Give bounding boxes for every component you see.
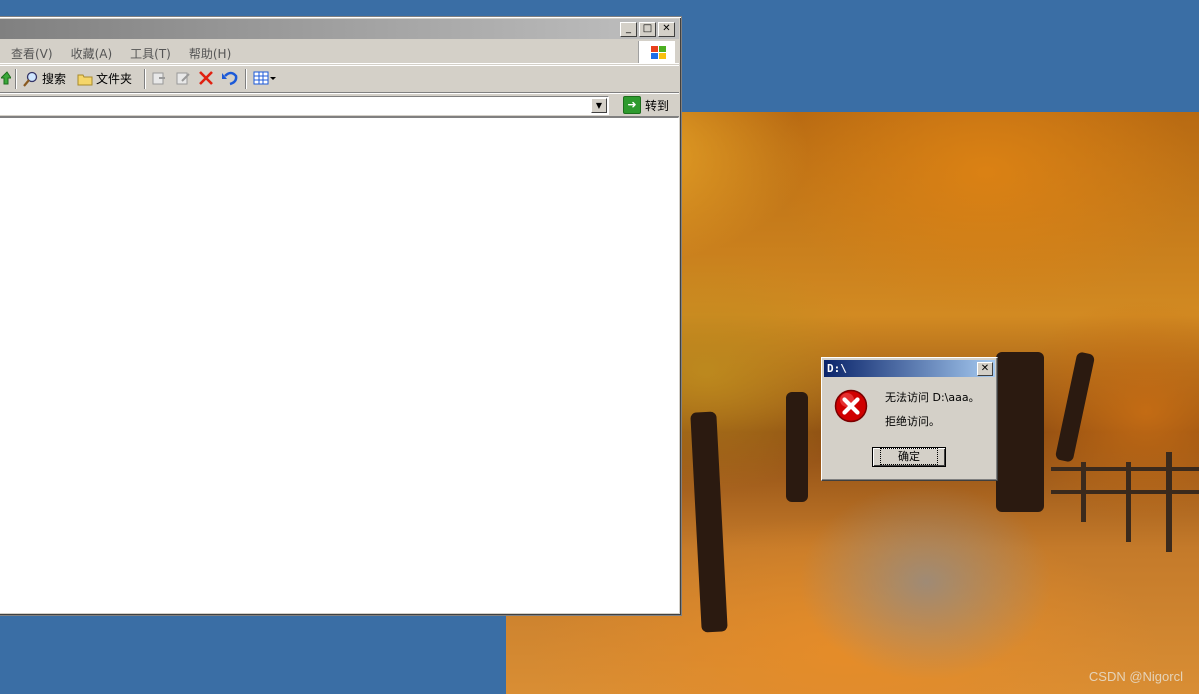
- error-dialog: D:\ ✕ 无法访问 D:\aaa。 拒绝访问。 确定: [821, 357, 998, 481]
- toolbar-separator: [144, 69, 145, 89]
- undo-icon: [222, 71, 238, 86]
- explorer-window: _ □ ✕ 查看(V) 收藏(A) 工具(T) 帮助(H) 搜索 文件夹 ▼ ➜…: [0, 16, 682, 616]
- toolbar-separator: [15, 69, 16, 89]
- title-bar[interactable]: _ □ ✕: [0, 19, 679, 39]
- dialog-title-bar[interactable]: D:\ ✕: [824, 360, 995, 377]
- folder-icon: [77, 74, 93, 85]
- tree-trunk: [996, 352, 1044, 512]
- go-label: 转到: [645, 98, 670, 113]
- fence-post: [1166, 452, 1172, 552]
- windows-logo-icon: [638, 41, 675, 63]
- up-folder-button[interactable]: [1, 70, 11, 86]
- dialog-title: D:\: [827, 362, 847, 375]
- menu-tools[interactable]: 工具(T): [130, 45, 171, 62]
- up-arrow-icon: [1, 71, 11, 85]
- error-reason: 拒绝访问。: [885, 415, 940, 428]
- search-button[interactable]: 搜索: [23, 70, 66, 87]
- address-dropdown-button[interactable]: ▼: [591, 98, 607, 113]
- views-button[interactable]: [253, 70, 277, 86]
- minimize-button[interactable]: _: [620, 22, 637, 37]
- error-message: 无法访问 D:\aaa。: [885, 391, 980, 404]
- address-bar: ▼ ➜ 转到: [0, 93, 679, 117]
- views-icon: [253, 71, 276, 85]
- tree-trunk: [786, 392, 808, 502]
- search-icon: [23, 71, 38, 87]
- copy-to-icon: [176, 72, 190, 85]
- toolbar-separator: [245, 69, 246, 89]
- undo-button[interactable]: [221, 70, 239, 86]
- go-arrow-icon: ➜: [623, 96, 641, 114]
- ok-button[interactable]: 确定: [872, 447, 946, 467]
- move-to-button[interactable]: [151, 70, 167, 86]
- menu-bar: 查看(V) 收藏(A) 工具(T) 帮助(H): [0, 41, 679, 64]
- move-to-icon: [152, 72, 165, 85]
- fence-rail: [1051, 490, 1199, 494]
- close-button[interactable]: ✕: [658, 22, 675, 37]
- file-list-pane[interactable]: [0, 117, 679, 613]
- fence-rail: [1051, 467, 1199, 471]
- go-button[interactable]: ➜ 转到: [623, 96, 669, 114]
- tree-trunk: [690, 411, 728, 633]
- fence-post: [1126, 462, 1131, 542]
- copy-to-button[interactable]: [175, 70, 191, 86]
- menu-favorites[interactable]: 收藏(A): [71, 45, 113, 62]
- search-label: 搜索: [42, 72, 67, 86]
- menu-view[interactable]: 查看(V): [11, 45, 53, 62]
- folders-label: 文件夹: [96, 72, 133, 86]
- maximize-button[interactable]: □: [639, 22, 656, 37]
- window-controls: _ □ ✕: [620, 22, 675, 37]
- error-icon: [834, 389, 868, 423]
- dialog-close-button[interactable]: ✕: [977, 362, 993, 376]
- fence-post: [1081, 462, 1086, 522]
- ok-label: 确定: [880, 448, 938, 465]
- address-input[interactable]: ▼: [0, 96, 609, 115]
- watermark: CSDN @Nigorcl: [1088, 669, 1183, 684]
- menu-help[interactable]: 帮助(H): [189, 45, 231, 62]
- delete-icon: [199, 71, 213, 85]
- folders-button[interactable]: 文件夹: [77, 70, 132, 87]
- delete-button[interactable]: [198, 70, 214, 86]
- tree-trunk: [1054, 351, 1096, 463]
- toolbar: 搜索 文件夹: [0, 65, 679, 93]
